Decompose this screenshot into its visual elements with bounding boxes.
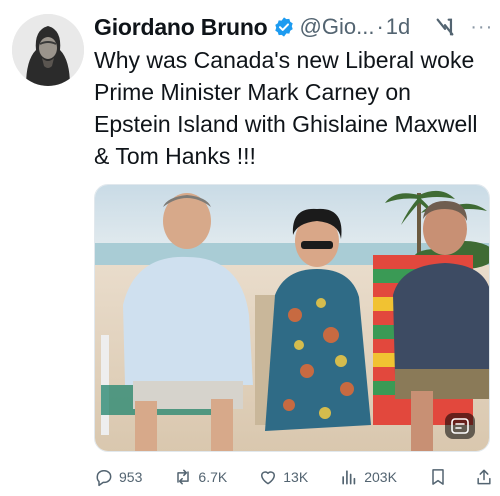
like-count: 13K [283,469,309,485]
grok-icon[interactable] [434,16,456,38]
author-name[interactable]: Giordano Bruno [94,14,268,41]
like-button[interactable]: 13K [258,467,308,487]
reply-button[interactable]: 953 [94,467,142,487]
bookmark-icon [432,469,444,485]
share-icon [477,469,491,485]
repost-icon [177,469,190,485]
tweet-text: Why was Canada's new Liberal woke Prime … [94,47,478,169]
avatar-image [12,14,84,86]
heart-icon [261,471,276,485]
action-bar: 953 6.7K 13K 203K [94,462,494,492]
beach-photo [95,185,489,451]
text-badge-icon[interactable] [445,413,475,439]
tweet-timestamp[interactable]: 1d [386,14,410,40]
reply-icon [96,470,112,487]
tweet-image[interactable] [94,184,490,452]
views-button[interactable]: 203K [339,467,397,487]
repost-button[interactable]: 6.7K [173,467,227,487]
verified-badge-icon [274,17,293,37]
bookmark-button[interactable] [428,467,448,487]
action-bar-right [428,467,494,487]
views-icon [342,470,356,485]
share-button[interactable] [474,467,494,487]
author-handle[interactable]: @Gio... [300,14,375,40]
more-icon[interactable]: ··· [470,16,493,39]
repost-count: 6.7K [198,469,228,485]
author-avatar[interactable] [12,14,84,86]
separator-dot: · [376,14,384,39]
views-count: 203K [364,469,397,485]
tweet-header: Giordano Bruno @Gio... · 1d ··· [94,8,492,46]
reply-count: 953 [119,469,143,485]
